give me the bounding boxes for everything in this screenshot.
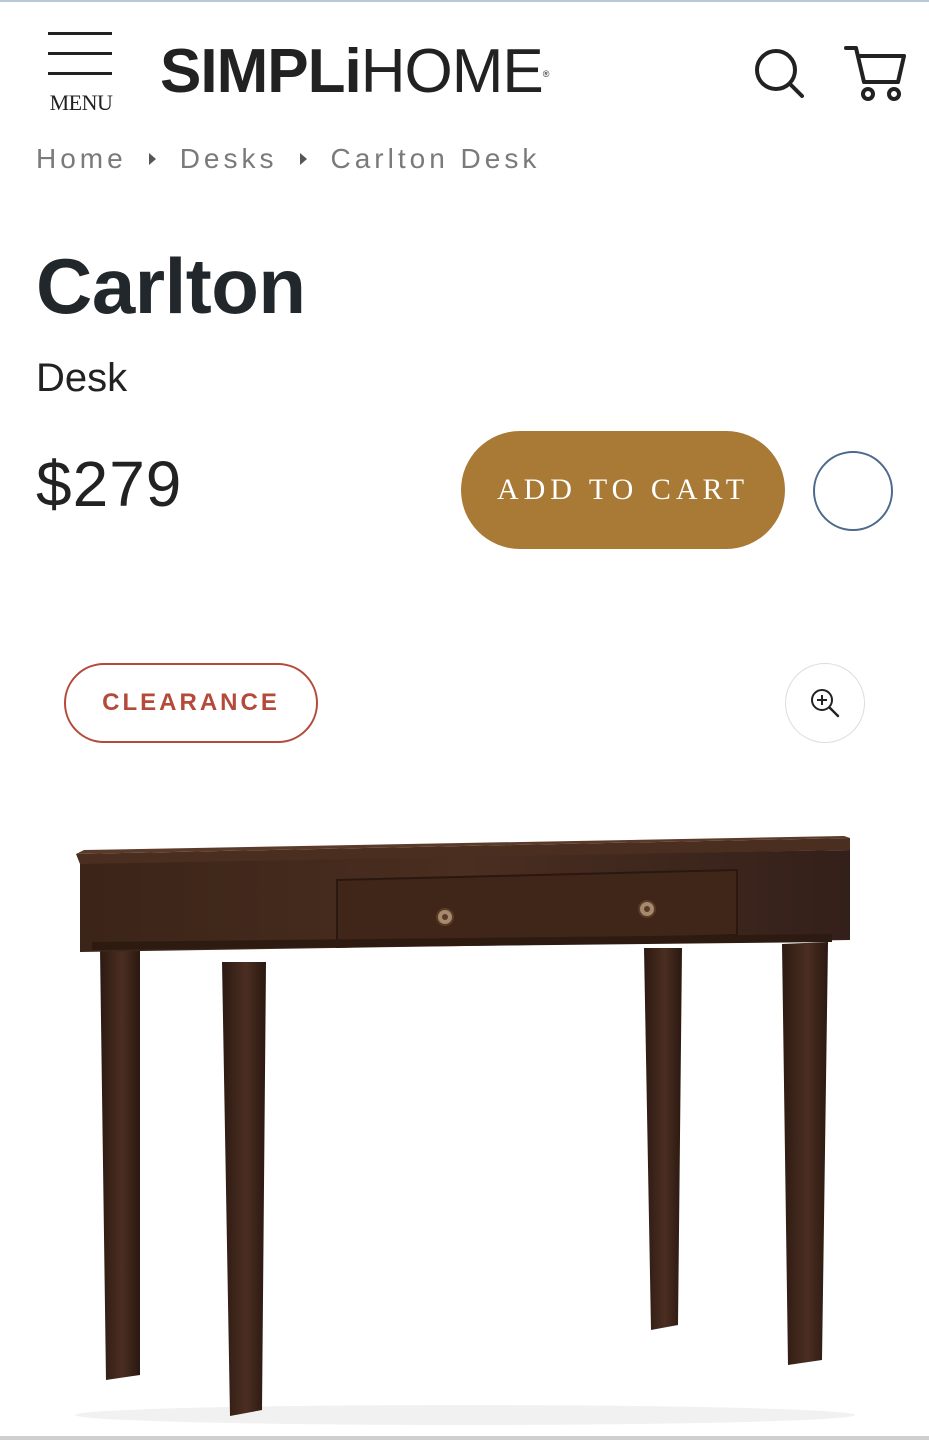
breadcrumb-current: Carlton Desk: [330, 143, 541, 174]
cart-button[interactable]: [842, 42, 908, 102]
hamburger-icon-bar: [48, 72, 112, 75]
product-title: Carlton: [36, 242, 306, 330]
breadcrumb-home[interactable]: Home: [36, 143, 127, 175]
clearance-badge: CLEARANCE: [64, 663, 318, 743]
breadcrumb-desks[interactable]: Desks: [180, 143, 278, 175]
breadcrumb-separator-icon: [299, 153, 307, 165]
search-icon: [755, 49, 804, 98]
breadcrumb: Home Desks Carlton Desk: [36, 142, 540, 176]
hamburger-icon-bar: [48, 52, 112, 55]
cart-icon: [844, 46, 906, 101]
logo-text-bold: SIMPLi: [160, 37, 362, 106]
search-button[interactable]: [752, 46, 806, 100]
add-to-cart-button[interactable]: ADD TO CART: [461, 431, 785, 549]
zoom-in-icon: [811, 689, 840, 718]
breadcrumb-separator-icon: [148, 153, 156, 165]
wishlist-button[interactable]: [813, 451, 893, 531]
product-price: $279: [36, 448, 183, 520]
site-logo[interactable]: SIMPLiHOME®: [160, 37, 550, 106]
logo-registered-mark: ®: [542, 69, 550, 79]
zoom-button[interactable]: [785, 663, 865, 743]
top-border: [0, 0, 929, 2]
logo-text-light: HOME: [360, 37, 544, 106]
product-type: Desk: [36, 356, 128, 400]
menu-button[interactable]: MENU: [44, 32, 118, 116]
bottom-border: [0, 1436, 929, 1440]
hamburger-icon-bar: [48, 32, 112, 35]
product-image-desk: [75, 836, 855, 1425]
menu-label: MENU: [49, 90, 113, 115]
